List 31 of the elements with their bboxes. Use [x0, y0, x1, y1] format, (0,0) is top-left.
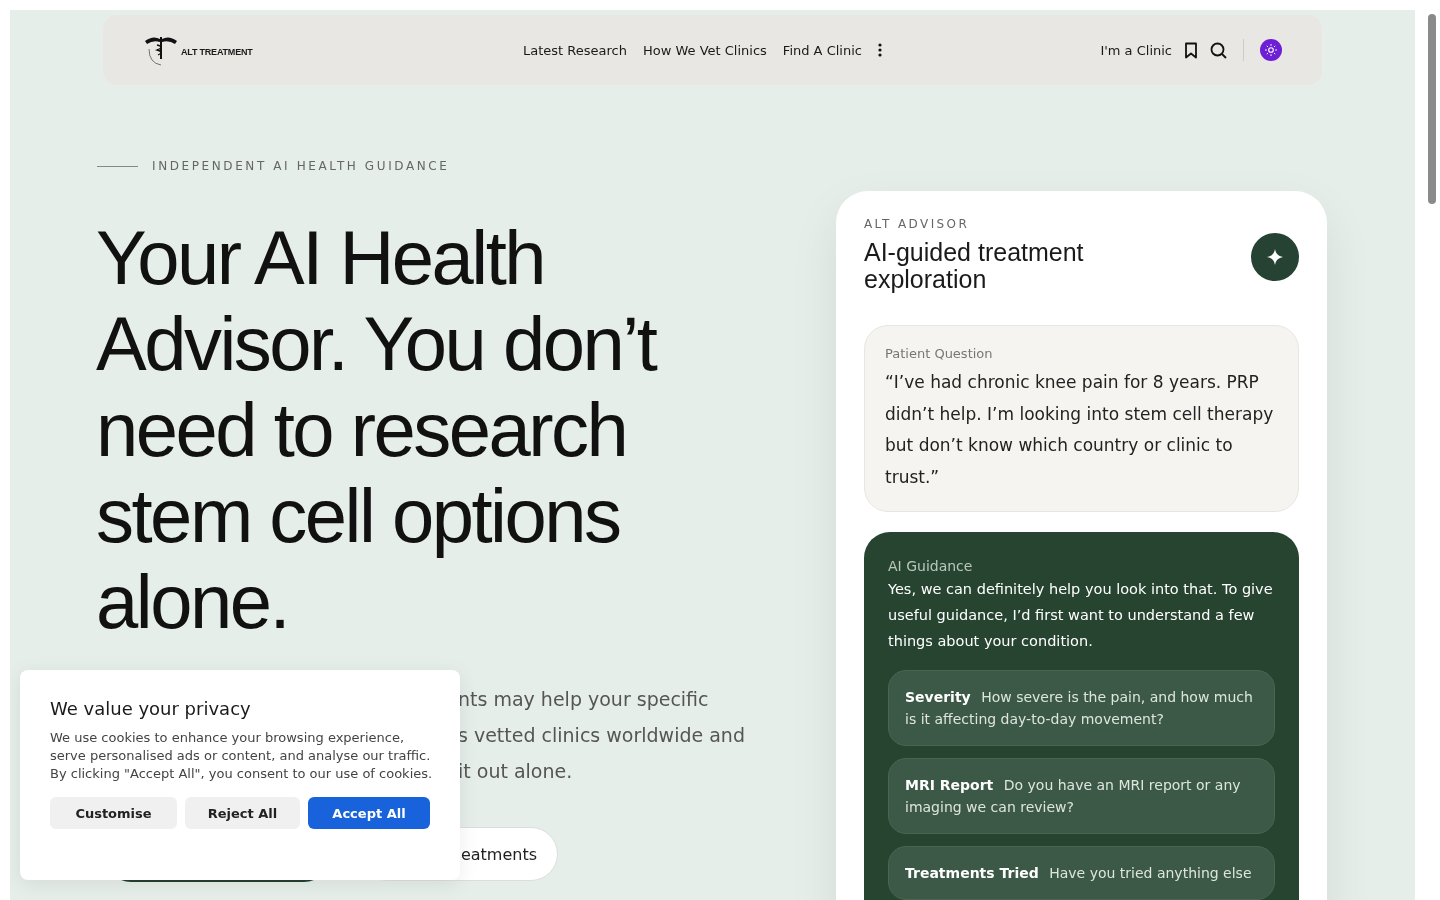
search-icon[interactable]: [1210, 41, 1227, 59]
guidance-question: Treatments Tried Have you tried anything else: [888, 846, 1275, 900]
card-title: AI-guided treatment exploration: [864, 239, 1085, 293]
hero-eyebrow: INDEPENDENT AI HEALTH GUIDANCE: [152, 159, 450, 173]
hero-paragraph: nts may help your specific: [458, 687, 710, 712]
guidance-label: AI Guidance: [888, 558, 974, 574]
logo-text: ALT TREATMENT: [181, 47, 253, 57]
clinic-link[interactable]: I'm a Clinic: [1100, 42, 1172, 58]
cookie-text: We use cookies to enhance your browsing experience, serve personalised ads or content, and analyse our traffic. By clicking "Accept All", you consent to our use of cookies.: [50, 729, 434, 783]
bookmark-icon[interactable]: [1184, 41, 1198, 59]
more-icon[interactable]: [877, 43, 882, 57]
nav-link[interactable]: Latest Research: [523, 42, 627, 58]
question-text: “I’ve had chronic knee pain for 8 years. PRP didn’t help. I’m looking into stem cell therapy but don’t know which country or clinic to trust.”: [885, 371, 1275, 489]
guidance-text: Yes, we can definitely help you look into that. To give useful guidance, I’d first want to understand a few things about your condition.: [888, 580, 1274, 651]
guidance-question: Severity How severe is the pain, and how much is it affecting day-to-day movement?: [888, 670, 1275, 746]
hero-heading: Your AI Health Advisor. You don’t need to research stem cell options alone.: [96, 215, 658, 645]
cookie-button[interactable]: Customise: [50, 797, 177, 829]
theme-toggle[interactable]: [1260, 39, 1282, 61]
scrollbar[interactable]: [1428, 14, 1436, 204]
cookie-title: We value your privacy: [50, 698, 252, 719]
nav-link[interactable]: Find A Clinic: [782, 42, 862, 58]
sparkle-icon: [1267, 249, 1283, 265]
nav-link[interactable]: How We Vet Clinics: [642, 42, 767, 58]
sparkle-button[interactable]: [1251, 233, 1299, 281]
card-eyebrow: ALT ADVISOR: [864, 217, 971, 231]
sun-icon: [1265, 44, 1277, 56]
cookie-button[interactable]: Reject All: [185, 797, 300, 829]
guidance-question: MRI Report Do you have an MRI report or any imaging we can review?: [888, 758, 1275, 834]
hero-paragraph: it out alone.: [458, 759, 574, 784]
question-label: Patient Question: [885, 346, 994, 361]
cookie-button[interactable]: Accept All: [308, 797, 430, 829]
